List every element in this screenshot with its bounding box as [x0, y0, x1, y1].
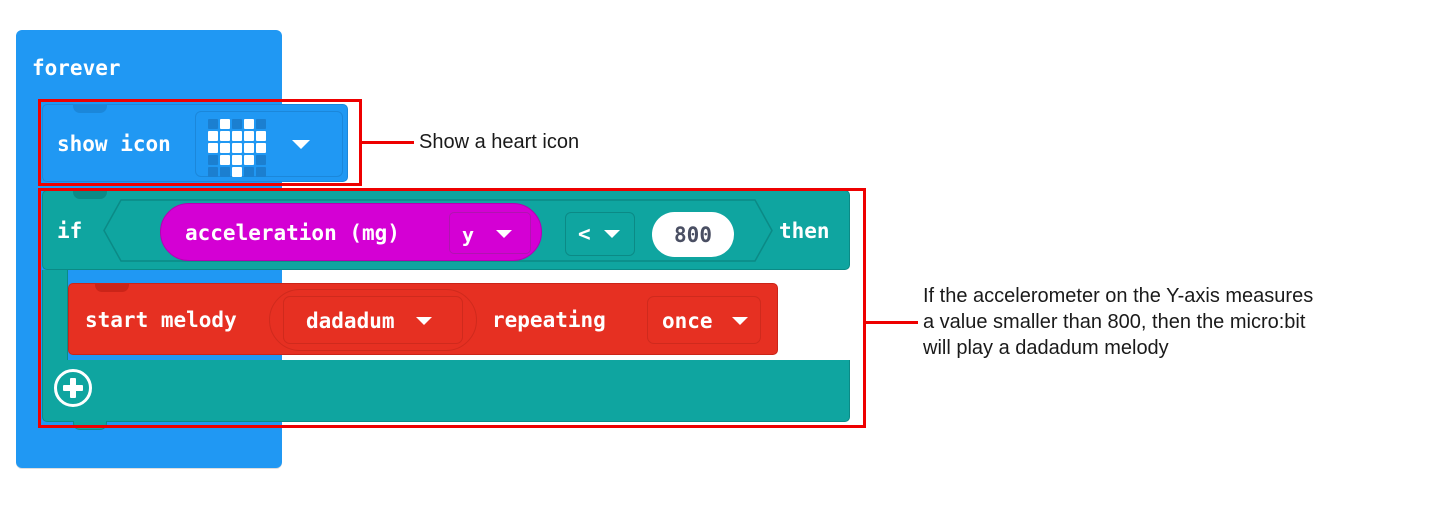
forever-label: forever: [32, 56, 121, 80]
annotation-text-show-icon: Show a heart icon: [419, 131, 580, 153]
annotation-highlight-show-icon: [38, 99, 362, 186]
annotation-leader-line-if-block: [864, 321, 918, 324]
annotation-highlight-if-block: [38, 188, 866, 428]
blocks-canvas: forever show icon if then acceleration (…: [0, 0, 1434, 511]
annotation-leader-line-show-icon: [360, 141, 414, 144]
annotation-text-if-block: If the accelerometer on the Y-axis measu…: [923, 285, 1314, 359]
